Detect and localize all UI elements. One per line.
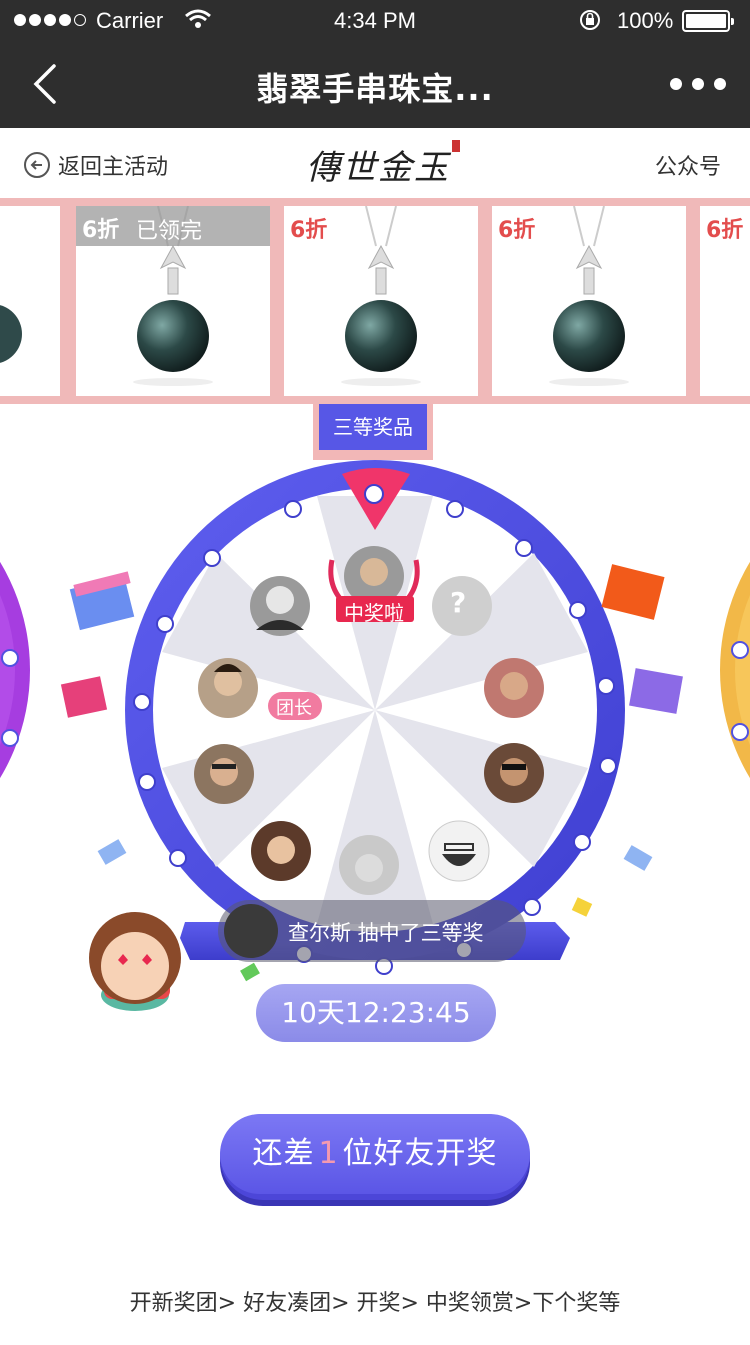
cta-count: 1 xyxy=(318,1136,339,1171)
countdown-timer: 10天12:23:45 xyxy=(256,984,496,1042)
claimed-overlay: 6折 已领完 xyxy=(76,206,270,246)
left-side-wheel xyxy=(0,561,30,779)
brand-logo-text: 傳世金玉 xyxy=(306,148,450,188)
cta-suffix: 位好友开奖 xyxy=(342,1136,498,1171)
prize-tier-tab: 三等奖品 xyxy=(313,404,433,460)
claimed-label: 已领完 xyxy=(136,219,203,244)
page-title: 翡翠手串珠宝... xyxy=(256,70,494,108)
cartoon-girl-mascot xyxy=(89,912,181,1011)
rotation-lock-icon xyxy=(578,8,602,38)
invite-friends-button-face[interactable]: 还差 1 位好友开奖 xyxy=(220,1114,530,1194)
seal-icon xyxy=(452,140,460,152)
battery-percent: 100% xyxy=(617,8,674,33)
status-bar: Carrier 4:34 PM 100% xyxy=(0,0,750,42)
battery-icon xyxy=(682,10,734,32)
return-main-activity-link[interactable]: 返回主活动 xyxy=(24,149,168,181)
discount-badge: 6折 xyxy=(498,218,536,243)
cta-prefix: 还差 xyxy=(252,1136,315,1171)
invite-friends-button[interactable]: 还差 1 位好友开奖 xyxy=(220,1114,530,1200)
more-dots-icon[interactable] xyxy=(670,78,726,90)
product-card[interactable]: 6折 已领完 xyxy=(76,206,270,396)
product-card[interactable]: 6折 xyxy=(284,206,478,396)
right-side-wheel xyxy=(720,561,750,779)
process-steps: 开新奖团> 好友凑团> 开奖> 中奖领赏>下个奖等 xyxy=(129,1291,621,1316)
sub-header: 返回主活动 傳世金玉 公众号 xyxy=(0,128,750,198)
avatar xyxy=(224,904,278,958)
product-strip[interactable]: 6折 已领完 6折 6折 6折 xyxy=(0,198,750,404)
product-card[interactable]: 6折 xyxy=(492,206,686,396)
unknown-participant-icon: ? xyxy=(450,586,467,619)
discount-badge: 6折 xyxy=(290,218,328,243)
winner-announcement-text: 查尔斯 抽中了三等奖 xyxy=(288,921,484,945)
product-card[interactable] xyxy=(0,206,60,396)
back-circle-icon xyxy=(24,152,50,178)
return-label: 返回主活动 xyxy=(58,155,169,180)
official-account-link[interactable]: 公众号 xyxy=(655,149,721,181)
winner-announcement: 查尔斯 抽中了三等奖 xyxy=(218,900,526,962)
discount-badge: 6折 xyxy=(82,218,120,243)
brand-logo: 傳世金玉 xyxy=(306,140,460,189)
navigation-bar: 翡翠手串珠宝... xyxy=(0,42,750,128)
discount-badge: 6折 xyxy=(706,218,744,243)
prize-tier-label: 三等奖品 xyxy=(319,404,427,450)
product-card[interactable]: 6折 xyxy=(700,206,750,396)
winner-badge: 中奖啦 xyxy=(344,601,404,625)
leader-badge: 团长 xyxy=(276,698,312,719)
